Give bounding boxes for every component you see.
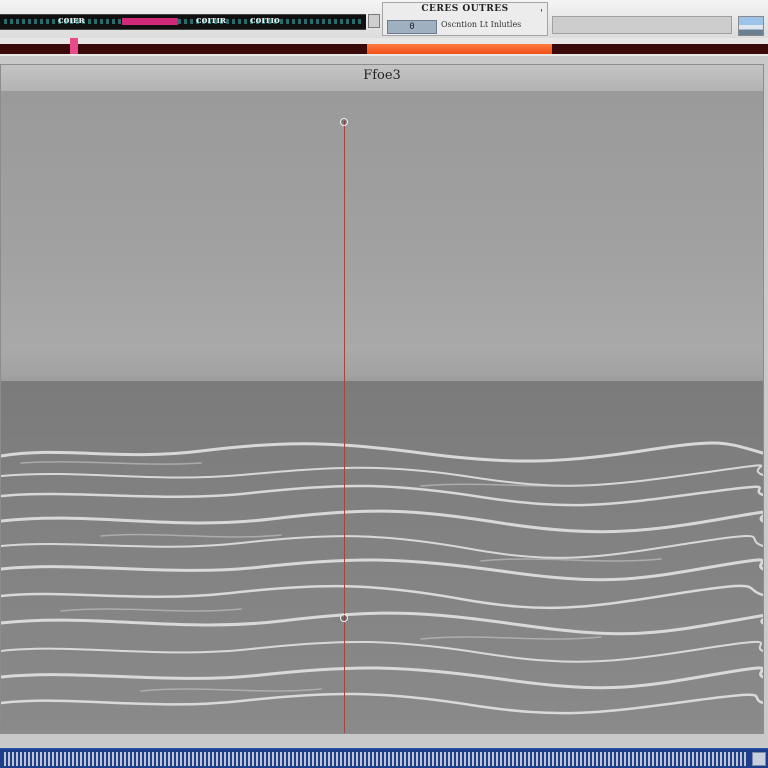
viewer-panel: Ffoe3 bbox=[0, 64, 764, 734]
timeline-strip[interactable]: ᴄᴏɪᴇʀ ᴄᴏɪᴛɪʀ ᴄᴏɪᴛɪᴏ bbox=[0, 14, 366, 30]
editor-window: ᴄᴏɪᴇʀ ᴄᴏɪᴛɪʀ ᴄᴏɪᴛɪᴏ CERES OUTRES 0 Oscnt… bbox=[0, 0, 768, 768]
split-guide-line[interactable] bbox=[344, 121, 345, 733]
image-thumbnail-icon[interactable] bbox=[738, 16, 764, 36]
split-handle-icon[interactable] bbox=[340, 118, 348, 126]
playhead-marker[interactable] bbox=[70, 38, 78, 54]
selected-range-bar[interactable] bbox=[367, 44, 552, 54]
split-handle-icon[interactable] bbox=[340, 614, 348, 622]
bottom-timeline-bar bbox=[0, 748, 768, 768]
timeline-label-3: ᴄᴏɪᴛɪᴏ bbox=[250, 16, 280, 26]
viewer-header: Ffoe3 bbox=[1, 65, 763, 92]
info-title: CERES OUTRES bbox=[421, 4, 509, 14]
playhead-row bbox=[0, 38, 768, 56]
info-detail-text: Oscntion Lt Inlutles bbox=[441, 20, 522, 29]
lock-icon[interactable] bbox=[368, 14, 380, 28]
info-panel: CERES OUTRES 0 Oscntion Lt Inlutles bbox=[382, 2, 548, 36]
timeline-clip-highlight[interactable] bbox=[122, 18, 178, 25]
frame-counter-field[interactable]: 0 bbox=[387, 20, 437, 34]
info-tick-mark: ' bbox=[540, 8, 543, 19]
top-toolbar: ᴄᴏɪᴇʀ ᴄᴏɪᴛɪʀ ᴄᴏɪᴛɪᴏ CERES OUTRES 0 Oscnt… bbox=[0, 0, 768, 39]
resize-corner-icon[interactable] bbox=[752, 752, 766, 766]
timeline-label-1: ᴄᴏɪᴇʀ bbox=[58, 16, 85, 26]
bottom-timeline-ruler[interactable] bbox=[4, 752, 748, 766]
search-field[interactable] bbox=[552, 16, 732, 34]
sea-image bbox=[1, 381, 763, 733]
viewer-title: Ffoe3 bbox=[363, 68, 401, 83]
image-viewport[interactable] bbox=[1, 91, 763, 733]
timeline-label-2: ᴄᴏɪᴛɪʀ bbox=[196, 16, 227, 26]
